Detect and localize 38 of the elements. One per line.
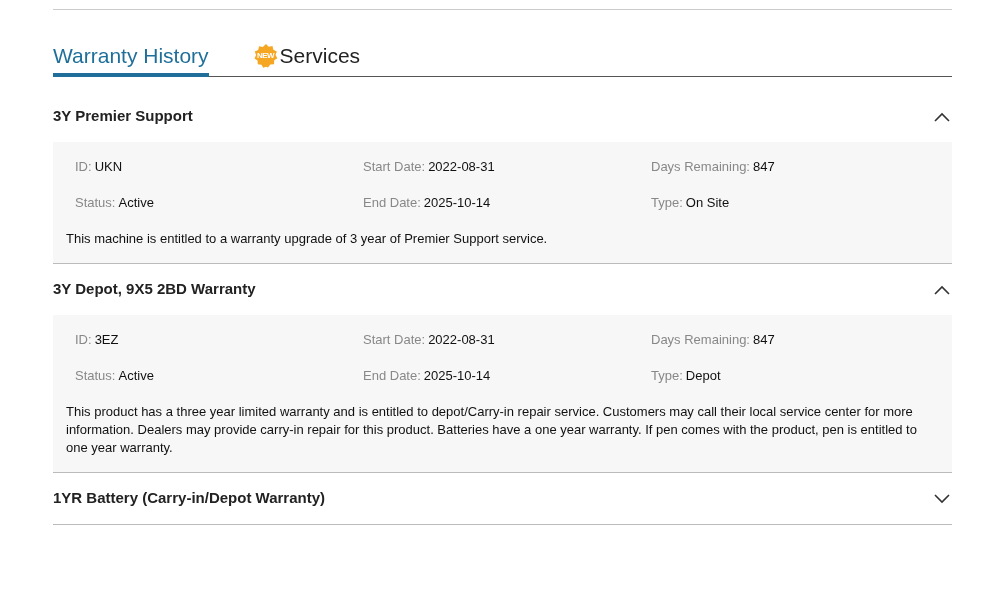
- chevron-up-icon[interactable]: [934, 111, 950, 122]
- field-label: Status:: [75, 194, 116, 212]
- tab[interactable]: NEW Services: [252, 41, 361, 77]
- warranty-header[interactable]: 1YR Battery (Carry-in/Depot Warranty): [53, 473, 952, 524]
- field-value: 2025-10-14: [423, 194, 491, 212]
- warranty-description: This product has a three year limited warranty and is entitled to depot/Carry-in repair service. Customers may call their local service center for more information. Dealers may provide carry-in repair for this product. Batteries have a one year warranty. If pen comes with the product, pen is entitled to one year warranty.: [66, 403, 918, 457]
- field-label: Start Date:: [363, 331, 426, 349]
- chevron-down-icon[interactable]: [934, 493, 950, 504]
- field-label: Type:: [651, 194, 683, 212]
- field-value: Depot: [685, 367, 721, 385]
- field-label: Type:: [651, 367, 683, 385]
- field-value: Active: [118, 194, 154, 212]
- field-value: UKN: [94, 158, 123, 176]
- warranty-header[interactable]: 3Y Premier Support: [53, 91, 952, 142]
- field-value: 2025-10-14: [423, 367, 491, 385]
- field-label: ID:: [75, 158, 92, 176]
- field-value: On Site: [685, 194, 730, 212]
- field-value: 847: [753, 158, 775, 176]
- tab[interactable]: Warranty History: [53, 41, 209, 77]
- warranty-title: 1YR Battery (Carry-in/Depot Warranty): [53, 488, 325, 509]
- warranty-description: This machine is entitled to a warranty upgrade of 3 year of Premier Support service.: [66, 230, 549, 248]
- warranty-title: 3Y Premier Support: [53, 106, 193, 127]
- field-value: 847: [753, 331, 775, 349]
- warranty-header[interactable]: 3Y Depot, 9X5 2BD Warranty: [53, 264, 952, 315]
- field-value: 2022-08-31: [428, 158, 495, 176]
- warranty-title: 3Y Depot, 9X5 2BD Warranty: [53, 279, 256, 300]
- new-badge: NEW: [252, 43, 279, 69]
- field-label: Status:: [75, 367, 116, 385]
- field-label: End Date:: [363, 194, 421, 212]
- field-value: Active: [118, 367, 154, 385]
- field-label: ID:: [75, 331, 92, 349]
- field-label: End Date:: [363, 367, 421, 385]
- field-label: Start Date:: [363, 158, 426, 176]
- chevron-up-icon[interactable]: [934, 284, 950, 295]
- field-value: 2022-08-31: [428, 331, 495, 349]
- field-value: 3EZ: [94, 331, 119, 349]
- field-label: Days Remaining:: [651, 158, 750, 176]
- field-label: Days Remaining:: [651, 331, 750, 349]
